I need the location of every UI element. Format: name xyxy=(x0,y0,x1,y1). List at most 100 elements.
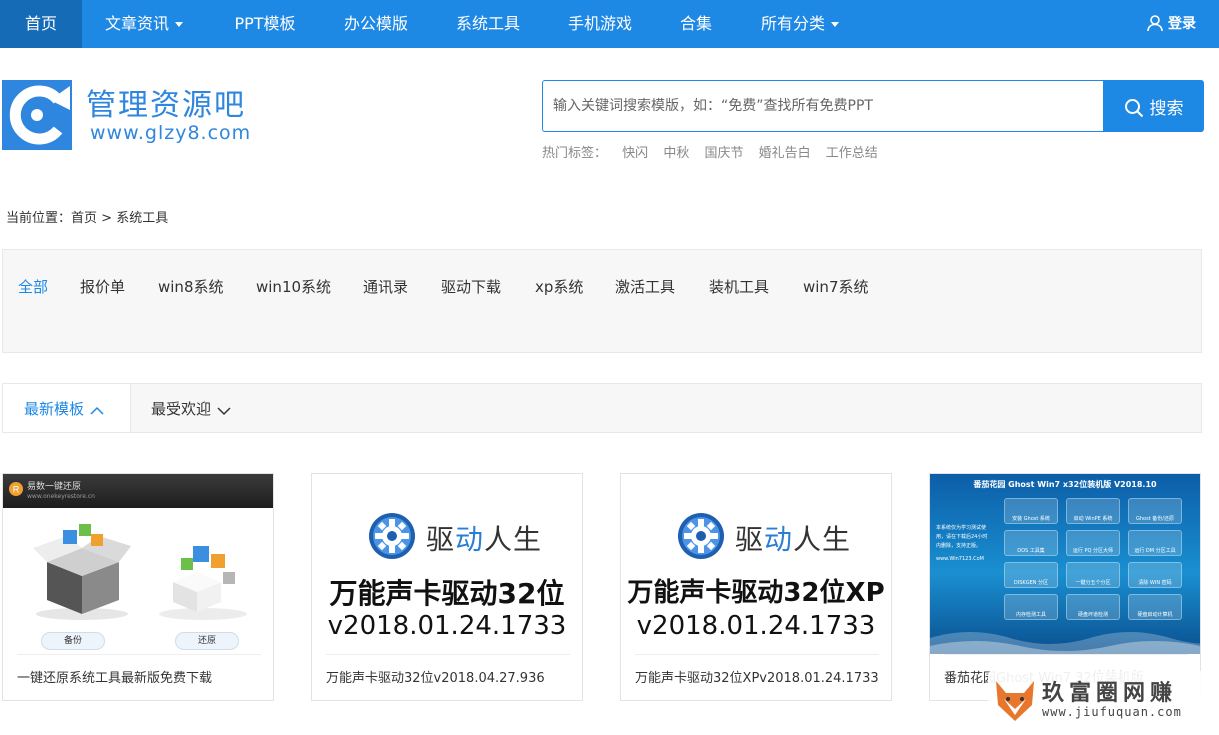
nav-item-collections[interactable]: 合集 xyxy=(652,0,740,48)
hot-tag[interactable]: 国庆节 xyxy=(704,146,743,161)
category-all[interactable]: 全部 xyxy=(18,276,48,297)
breadcrumb-home-link[interactable]: 首页 xyxy=(71,211,97,226)
nav-item-system-tools[interactable]: 系统工具 xyxy=(428,0,548,48)
hot-tag[interactable]: 工作总结 xyxy=(826,146,878,161)
search-button[interactable]: 搜索 xyxy=(1103,80,1204,132)
card-title[interactable]: 一键还原系统工具最新版免费下载 xyxy=(17,654,261,700)
brand-name-part: 动 xyxy=(764,523,794,556)
nav-item-articles[interactable]: 文章资讯 xyxy=(82,0,206,48)
resource-card[interactable]: 驱动人生 万能声卡驱动32位 v2018.01.24.1733 万能声卡驱动32… xyxy=(311,473,583,701)
restore-label: 还原 xyxy=(197,636,216,646)
resource-card[interactable]: 驱动人生 万能声卡驱动32位XP v2018.01.24.1733 万能声卡驱动… xyxy=(620,473,892,701)
hot-tags: 热门标签： 快闪 中秋 国庆节 婚礼告白 工作总结 xyxy=(542,142,878,161)
gear-icon xyxy=(369,513,415,559)
nav-item-label: PPT模板 xyxy=(234,14,296,33)
hot-tag[interactable]: 快闪 xyxy=(622,146,648,161)
hot-tag[interactable]: 婚礼告白 xyxy=(759,146,811,161)
brand-name: 驱动人生 xyxy=(426,518,542,558)
ghost-tile-label: Ghost 备份/还原 xyxy=(1136,516,1174,522)
ghost-side-url: www.Win7123.CoM xyxy=(936,556,984,562)
resource-card[interactable]: 番茄花园 Ghost Win7 x32位装机版 V2018.10 本系统仅为学习… xyxy=(929,473,1201,701)
category-filter: 全部 报价单 win8系统 win10系统 通讯录 驱动下载 xp系统 激活工具… xyxy=(2,249,1202,353)
category-win10[interactable]: win10系统 xyxy=(256,276,331,297)
restore-cubes-icon xyxy=(159,546,247,620)
login-label: 登录 xyxy=(1168,16,1196,32)
ghost-tile-label: 内存检测工具 xyxy=(1015,612,1046,618)
search-button-label: 搜索 xyxy=(1149,98,1184,119)
category-contacts[interactable]: 通讯录 xyxy=(363,276,408,297)
backup-pill: 备份 xyxy=(41,632,105,650)
nav-item-mobile-games[interactable]: 手机游戏 xyxy=(548,0,652,48)
sort-popular[interactable]: 最受欢迎 xyxy=(151,384,231,432)
site-url: www.glzy8.com xyxy=(90,122,252,144)
nav-item-office[interactable]: 办公模版 xyxy=(324,0,428,48)
site-name: 管理资源吧 xyxy=(86,88,246,123)
ghost-tile-label: 清除 WIN 密码 xyxy=(1138,580,1172,586)
ghost-tile-label: DISKGEN 分区 xyxy=(1013,580,1049,586)
backup-box-icon xyxy=(33,524,131,620)
ghost-tile-label: 安装 Ghost 系统 xyxy=(1012,516,1050,522)
chevron-up-icon xyxy=(90,406,104,415)
category-win7[interactable]: win7系统 xyxy=(803,276,869,297)
category-win8[interactable]: win8系统 xyxy=(158,276,224,297)
ghost-tile-label: 启动 WinPE 系统 xyxy=(1073,516,1113,522)
breadcrumb-prefix: 当前位置： xyxy=(6,211,72,226)
sort-newest-label: 最新模板 xyxy=(24,400,85,418)
ghost-menu-tile: 一键分五个分区 xyxy=(1066,562,1120,588)
category-activation[interactable]: 激活工具 xyxy=(615,276,675,297)
backup-label: 备份 xyxy=(63,636,82,646)
breadcrumb-current-link[interactable]: 系统工具 xyxy=(116,211,168,226)
ghost-tile-label: 运行 PQ 分区大师 xyxy=(1072,548,1114,554)
resource-card[interactable]: R 易数一键还原 www.onekeyrestore.cn 备份 还原 一键还原… xyxy=(2,473,274,701)
user-icon xyxy=(1147,15,1163,32)
fox-logo-icon xyxy=(996,681,1034,721)
card-title[interactable]: 万能声卡驱动32位XPv2018.01.24.1733 xyxy=(635,654,879,700)
restore-pill: 还原 xyxy=(175,632,239,650)
ghost-menu-tile: DISKGEN 分区 xyxy=(1004,562,1058,588)
poster-title: 万能声卡驱动32位XP xyxy=(627,578,885,608)
ghost-tile-label: 运行 DM 分区工具 xyxy=(1134,548,1176,554)
chevron-down-icon xyxy=(175,22,183,27)
sort-newest[interactable]: 最新模板 xyxy=(3,384,131,432)
brand-row: 驱动人生 xyxy=(621,512,891,562)
breadcrumb-separator: > xyxy=(101,211,113,226)
gear-icon xyxy=(678,513,724,559)
ghost-menu-tile: 清除 WIN 密码 xyxy=(1128,562,1182,588)
category-drivers[interactable]: 驱动下载 xyxy=(441,276,501,297)
category-installer[interactable]: 装机工具 xyxy=(709,276,769,297)
card-title[interactable]: 万能声卡驱动32位v2018.04.27.936 xyxy=(326,654,570,700)
ghost-menu-tile: Ghost 备份/还原 xyxy=(1128,498,1182,524)
login-button[interactable]: 登录 xyxy=(1146,0,1196,48)
category-quote[interactable]: 报价单 xyxy=(80,276,125,297)
poster-version: v2018.01.24.1733 xyxy=(327,611,567,641)
nav-item-label: 手机游戏 xyxy=(567,14,632,33)
chevron-down-icon xyxy=(217,407,231,416)
nav-item-all-categories[interactable]: 所有分类 xyxy=(740,0,860,48)
ghost-tile-label: 一键分五个分区 xyxy=(1075,580,1111,586)
search-input[interactable] xyxy=(542,80,1104,132)
nav-item-ppt[interactable]: PPT模板 xyxy=(206,0,324,48)
watermark-url: www.jiufuquan.com xyxy=(1042,705,1182,719)
ghost-menu-tile: 硬盘坏道检测 xyxy=(1066,594,1120,620)
sort-bar: 最新模板 最受欢迎 xyxy=(2,383,1202,433)
ghost-tile-label: DOS 工具集 xyxy=(1017,548,1045,554)
brand-name-part: 人生 xyxy=(484,523,543,556)
brand-name-part: 驱 xyxy=(426,523,456,556)
nav-item-label: 系统工具 xyxy=(455,14,520,33)
brand-name-part: 驱 xyxy=(735,523,765,556)
watermark: 玖富圈网赚 www.jiufuquan.com xyxy=(988,671,1209,727)
poster-version: v2018.01.24.1733 xyxy=(636,611,876,641)
ghost-menu-tile: 安装 Ghost 系统 xyxy=(1004,498,1058,524)
ghost-side-text: 本系统仅为学习测试使用，请在下载后24小时内删除，支持正版。 xyxy=(936,525,988,549)
hot-tags-label: 热门标签： xyxy=(542,146,608,161)
ghost-menu-tile: DOS 工具集 xyxy=(1004,530,1058,556)
category-xp[interactable]: xp系统 xyxy=(535,276,583,297)
ghost-menu-tile: 内存检测工具 xyxy=(1004,594,1058,620)
card-thumbnail: R 易数一键还原 www.onekeyrestore.cn 备份 还原 xyxy=(3,474,273,654)
nav-item-home[interactable]: 首页 xyxy=(0,0,82,48)
nav-item-label: 所有分类 xyxy=(760,14,825,33)
hot-tag[interactable]: 中秋 xyxy=(663,146,689,161)
ghost-menu-tile: 启动 WinPE 系统 xyxy=(1066,498,1120,524)
nav-item-label: 合集 xyxy=(679,14,712,33)
site-logo[interactable]: 管理资源吧 www.glzy8.com xyxy=(2,78,254,154)
